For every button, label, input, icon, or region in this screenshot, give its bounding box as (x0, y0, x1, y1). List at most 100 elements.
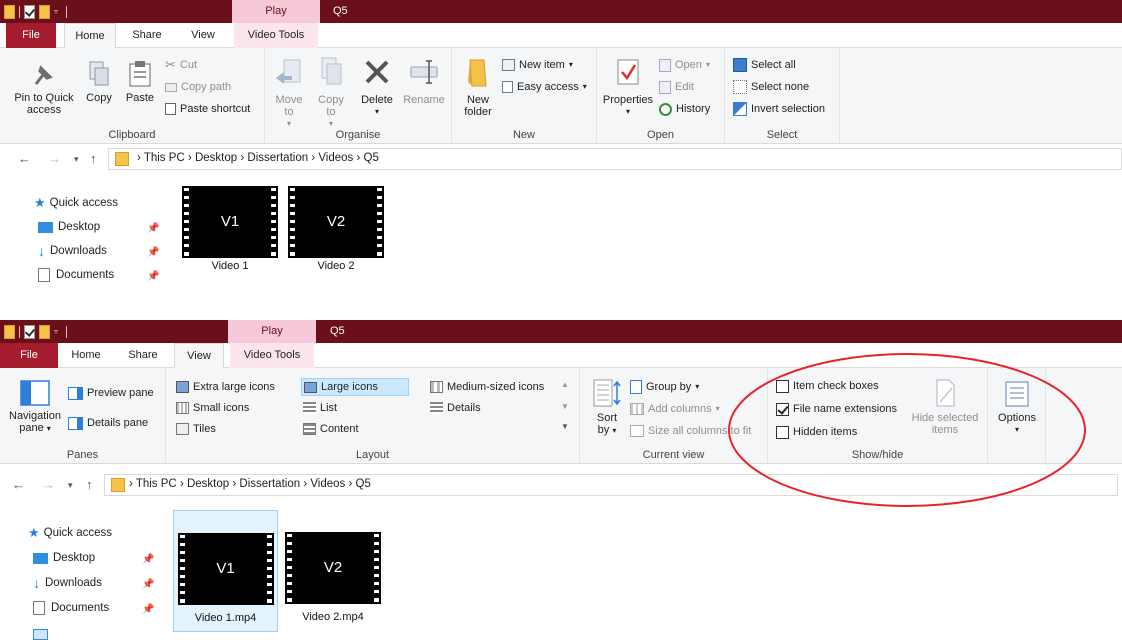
nav-downloads[interactable]: ↓ Downloads (33, 572, 102, 594)
breadcrumb-desktop[interactable]: Desktop (195, 152, 237, 164)
back-arrow-icon[interactable]: ← (18, 151, 31, 166)
breadcrumb-videos[interactable]: Videos (318, 152, 353, 164)
breadcrumb-this-pc[interactable]: This PC (136, 478, 177, 490)
tab-file[interactable]: File (6, 23, 56, 48)
layout-scroll-down-icon[interactable]: ▼ (558, 402, 572, 411)
nav-quick-access[interactable]: ★ Quick access (28, 522, 112, 544)
cut-button[interactable]: ✂ Cut (165, 56, 197, 74)
details-button[interactable]: Details (430, 399, 481, 417)
file-item-selected[interactable]: V1 Video 1.mp4 (173, 510, 278, 632)
customize-toolbar-chevron-icon[interactable]: ▿ (54, 8, 62, 16)
nav-documents[interactable]: Documents (33, 597, 109, 619)
file-item[interactable]: V2 Video 2.mp4 (284, 532, 382, 623)
tab-share[interactable]: Share (120, 23, 174, 48)
breadcrumb-dissertation[interactable]: Dissertation (239, 478, 300, 490)
file-name-extensions-toggle[interactable]: File name extensions (776, 400, 897, 418)
small-icons-button[interactable]: Small icons (176, 399, 249, 417)
nav-quick-access[interactable]: ★ Quick access (34, 192, 118, 214)
up-arrow-icon[interactable]: ↑ (90, 151, 97, 166)
copy-button[interactable]: Copy (82, 60, 116, 104)
tab-view[interactable]: View (178, 23, 228, 48)
nav-pictures-partial[interactable] (33, 623, 48, 640)
new-folder-icon[interactable] (39, 325, 50, 339)
layout-scroll-up-icon[interactable]: ▲ (558, 380, 572, 389)
item-check-boxes-checkbox[interactable] (776, 379, 789, 393)
tab-view[interactable]: View (174, 343, 224, 369)
properties-check-icon[interactable] (24, 5, 35, 19)
rename-button[interactable]: Rename (401, 56, 447, 106)
breadcrumb-q5[interactable]: Q5 (364, 152, 379, 164)
breadcrumb-q5[interactable]: Q5 (356, 478, 371, 490)
new-item-button[interactable]: New item ▾ (502, 56, 573, 74)
content-button[interactable]: Content (303, 420, 359, 438)
folder-icon[interactable] (4, 5, 15, 19)
delete-button[interactable]: Delete ▾ (359, 56, 395, 118)
preview-pane-button[interactable]: Preview pane (68, 384, 154, 402)
forward-arrow-icon[interactable]: → (42, 477, 55, 492)
sort-by-button[interactable]: Sort by ▾ (590, 378, 624, 437)
new-folder-icon[interactable] (39, 5, 50, 19)
select-all-button[interactable]: Select all (733, 56, 796, 74)
pin-icon[interactable]: 📌 (147, 247, 159, 258)
item-check-boxes-toggle[interactable]: Item check boxes (776, 377, 879, 395)
details-pane-button[interactable]: Details pane (68, 414, 148, 432)
layout-expand-icon[interactable]: ▼ (558, 422, 572, 431)
move-to-button[interactable]: Move to ▾ (271, 56, 307, 130)
file-name-extensions-checkbox[interactable] (776, 402, 789, 416)
pin-icon[interactable]: 📌 (147, 223, 159, 234)
group-by-button[interactable]: Group by ▾ (630, 378, 699, 396)
navigation-pane-button[interactable]: Navigation pane ▾ (4, 380, 66, 435)
tab-video-tools[interactable]: Video Tools (230, 343, 314, 368)
pin-icon[interactable]: 📌 (142, 604, 154, 615)
hidden-items-checkbox[interactable] (776, 425, 789, 439)
tab-file[interactable]: File (0, 343, 58, 368)
size-all-columns-button[interactable]: Size all columns to fit (630, 422, 751, 440)
paste-shortcut-button[interactable]: Paste shortcut (165, 100, 250, 118)
copy-to-button[interactable]: Copy to ▾ (313, 56, 349, 130)
properties-check-icon[interactable] (24, 325, 35, 339)
back-arrow-icon[interactable]: ← (12, 477, 25, 492)
tab-home[interactable]: Home (60, 343, 112, 368)
properties-button[interactable]: Properties ▾ (601, 56, 655, 118)
folder-icon[interactable] (4, 325, 15, 339)
breadcrumb-videos[interactable]: Videos (310, 478, 345, 490)
large-icons-button[interactable]: Large icons (301, 378, 409, 396)
pin-icon[interactable]: 📌 (147, 271, 159, 282)
options-button[interactable]: Options ▾ (992, 380, 1042, 436)
tiles-button[interactable]: Tiles (176, 420, 216, 438)
nav-desktop[interactable]: Desktop (38, 216, 100, 238)
address-bar[interactable]: › This PC › Desktop › Dissertation › Vid… (104, 474, 1118, 496)
extra-large-icons-button[interactable]: Extra large icons (176, 378, 275, 396)
open-button[interactable]: Open ▾ (659, 56, 710, 74)
recent-locations-chevron-icon[interactable]: ▾ (74, 154, 79, 165)
new-folder-button[interactable]: New folder (458, 56, 498, 118)
up-arrow-icon[interactable]: ↑ (86, 477, 93, 492)
nav-downloads[interactable]: ↓ Downloads (38, 240, 107, 262)
copy-path-button[interactable]: Copy path (165, 78, 231, 96)
easy-access-button[interactable]: Easy access ▾ (502, 78, 587, 96)
breadcrumb-desktop[interactable]: Desktop (187, 478, 229, 490)
file-item[interactable]: V2 Video 2 (288, 186, 384, 272)
invert-selection-button[interactable]: Invert selection (733, 100, 825, 118)
history-button[interactable]: History (659, 100, 710, 118)
paste-button[interactable]: Paste (122, 60, 158, 104)
nav-documents[interactable]: Documents (38, 264, 114, 286)
breadcrumb-dissertation[interactable]: Dissertation (247, 152, 308, 164)
breadcrumb-this-pc[interactable]: This PC (144, 152, 185, 164)
edit-button[interactable]: Edit (659, 78, 694, 96)
list-button[interactable]: List (303, 399, 337, 417)
hide-selected-items-button[interactable]: Hide selected items (906, 378, 984, 436)
address-bar[interactable]: › This PC › Desktop › Dissertation › Vid… (108, 148, 1122, 170)
file-item[interactable]: V1 Video 1 (182, 186, 278, 272)
pin-icon[interactable]: 📌 (142, 554, 154, 565)
pin-to-quick-access-button[interactable]: Pin to Quick access (8, 60, 80, 116)
forward-arrow-icon[interactable]: → (48, 151, 61, 166)
recent-locations-chevron-icon[interactable]: ▾ (68, 480, 73, 491)
tab-home[interactable]: Home (64, 23, 116, 49)
hidden-items-toggle[interactable]: Hidden items (776, 423, 857, 441)
customize-toolbar-chevron-icon[interactable]: ▿ (54, 328, 62, 336)
add-columns-button[interactable]: Add columns ▾ (630, 400, 720, 418)
select-none-button[interactable]: Select none (733, 78, 809, 96)
medium-icons-button[interactable]: Medium-sized icons (430, 378, 544, 396)
nav-desktop[interactable]: Desktop (33, 547, 95, 569)
